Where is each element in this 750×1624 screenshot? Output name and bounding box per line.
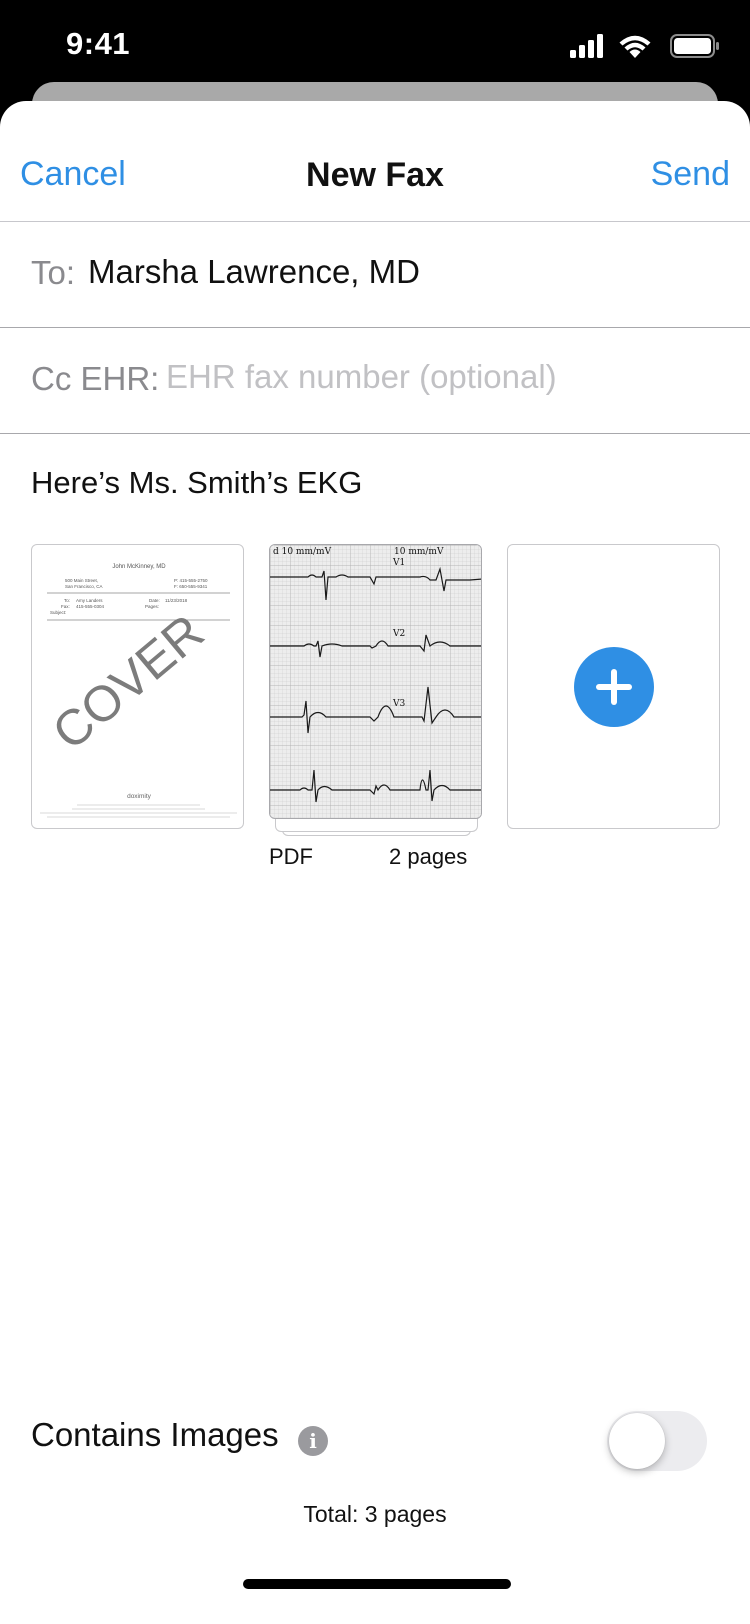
add-attachment-button[interactable]: [507, 544, 720, 829]
ekg-calibration-left: d 10 mm/mV: [273, 547, 332, 557]
cc-ehr-field[interactable]: Cc EHR:: [0, 328, 750, 434]
status-bar: 9:41: [0, 0, 750, 90]
cover-address-line1: 500 Main Street,: [65, 578, 98, 583]
cover-address-line2: San Francisco, CA: [65, 584, 103, 589]
cover-fax-number: F: 650-555-9341: [174, 584, 208, 589]
pdf-page-count: 2 pages: [389, 844, 468, 869]
cover-fax-value: 415-555-0304: [76, 604, 105, 609]
pdf-type-label: PDF: [269, 844, 313, 869]
ekg-lead-label: V3: [392, 699, 405, 709]
page-title: New Fax: [306, 156, 444, 194]
send-button[interactable]: Send: [651, 155, 730, 194]
cover-date-label: Date:: [149, 598, 160, 603]
to-recipient[interactable]: Marsha Lawrence, MD: [88, 253, 420, 291]
cover-phone: P: 415-555-2750: [174, 578, 208, 583]
wifi-icon: [619, 35, 651, 58]
total-pages: Total: 3 pages: [303, 1501, 447, 1527]
cover-to-value: Amy Landers: [76, 598, 103, 603]
status-time: 9:41: [66, 26, 131, 61]
ekg-calibration-right: 10 mm/mV: [394, 547, 444, 557]
toggle-knob: [609, 1413, 665, 1469]
new-fax-sheet: Cancel New Fax Send To: Marsha Lawrence,…: [0, 101, 750, 1624]
cover-watermark: COVER: [42, 603, 214, 760]
contains-images-toggle[interactable]: [607, 1411, 707, 1471]
plus-icon[interactable]: [574, 647, 654, 727]
cover-fax-label: Fax:: [61, 604, 70, 609]
cover-subject-label: Subject:: [50, 610, 66, 615]
info-icon[interactable]: i: [298, 1426, 328, 1456]
to-label: To:: [31, 254, 76, 291]
cover-date-value: 11/23/2018: [165, 598, 188, 603]
ekg-lead-label: V1: [392, 558, 405, 568]
ekg-pdf-thumbnail[interactable]: d 10 mm/mV 10 mm/mV V1 V2 V3: [269, 544, 482, 819]
cover-sender: John McKinney, MD: [112, 564, 166, 570]
message-body[interactable]: Here’s Ms. Smith’s EKG: [31, 465, 362, 501]
cellular-signal-icon: [570, 34, 603, 58]
to-field[interactable]: To: Marsha Lawrence, MD: [0, 222, 750, 328]
ekg-preview: d 10 mm/mV 10 mm/mV V1 V2 V3: [270, 545, 481, 818]
nav-bar: Cancel New Fax Send: [0, 101, 750, 222]
contains-images-label: Contains Images: [31, 1416, 279, 1453]
cover-brand-logo: doximity: [127, 793, 152, 800]
battery-icon: [670, 34, 719, 58]
home-indicator[interactable]: [243, 1579, 511, 1589]
cover-pages-label: Pages:: [145, 604, 159, 609]
cover-to-label: To:: [64, 598, 70, 603]
cc-ehr-label: Cc EHR:: [31, 360, 160, 397]
ehr-fax-number-input[interactable]: [166, 358, 726, 396]
cover-page-preview: John McKinney, MD 500 Main Street, San F…: [40, 564, 237, 818]
cover-page-thumbnail[interactable]: John McKinney, MD 500 Main Street, San F…: [31, 544, 244, 829]
ekg-lead-label: V2: [392, 629, 405, 639]
